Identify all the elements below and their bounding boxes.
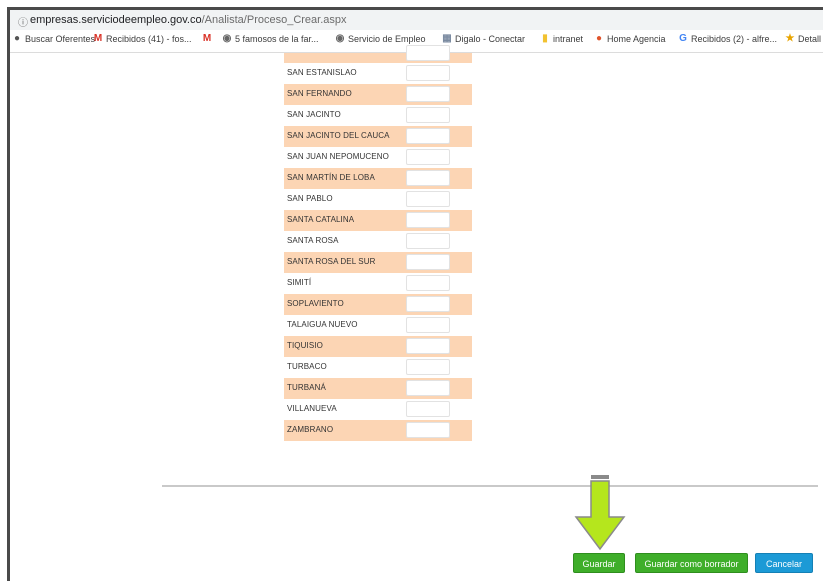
page-icon: ▮ <box>542 33 548 44</box>
value-input[interactable] <box>406 380 450 396</box>
value-input[interactable] <box>406 254 450 270</box>
gmail-icon: M <box>202 33 212 44</box>
municipality-name: TURBACO <box>287 362 327 371</box>
page-content: SAN ESTANISLAO SAN FERNANDO SAN JACINTO … <box>10 45 823 581</box>
save-button[interactable]: Guardar <box>573 553 625 573</box>
cancel-button[interactable]: Cancelar <box>755 553 813 573</box>
bookmark-label: Servicio de Empleo <box>348 34 426 44</box>
value-input[interactable] <box>406 212 450 228</box>
value-input[interactable] <box>406 65 450 81</box>
table-row: SAN JACINTO <box>284 105 472 126</box>
municipality-name: SIMITÍ <box>287 278 312 287</box>
table-row: SAN ESTANISLAO <box>284 63 472 84</box>
bookmark-gmail[interactable]: M <box>202 34 215 44</box>
table-row-partial <box>284 45 472 63</box>
municipality-name: TALAIGUA NUEVO <box>287 320 358 329</box>
table-row: TALAIGUA NUEVO <box>284 315 472 336</box>
table-row: SAN JUAN NEPOMUCENO <box>284 147 472 168</box>
bookmark-famosos[interactable]: ◉ 5 famosos de la far... <box>222 33 319 45</box>
table-row: SAN JACINTO DEL CAUCA <box>284 126 472 147</box>
table-row: SOPLAVIENTO <box>284 294 472 315</box>
municipality-name: SAN JACINTO DEL CAUCA <box>287 131 390 140</box>
globe-icon: ◉ <box>222 33 232 44</box>
table-row: TURBANÁ <box>284 378 472 399</box>
bookmark-recibidos-alfre[interactable]: G Recibidos (2) - alfre... <box>678 33 778 45</box>
bookmark-intranet[interactable]: ▮ intranet <box>540 33 584 45</box>
table-row: SANTA CATALINA <box>284 210 472 231</box>
municipality-name: TURBANÁ <box>287 383 326 392</box>
bookmark-label: Digalo - Conectar <box>455 34 526 44</box>
value-input[interactable] <box>406 296 450 312</box>
municipality-name: SAN JUAN NEPOMUCENO <box>287 152 389 161</box>
table-row: ZAMBRANO <box>284 420 472 441</box>
municipality-name: SAN ESTANISLAO <box>287 68 357 77</box>
bookmark-digalo[interactable]: ▦ Digalo - Conectar <box>442 33 526 45</box>
bookmark-label: Home Agencia <box>607 34 666 44</box>
save-draft-button[interactable]: Guardar como borrador <box>635 553 748 573</box>
bookmark-detall[interactable]: ★ Detall <box>785 33 822 45</box>
table-row: SAN PABLO <box>284 189 472 210</box>
municipality-name: SAN PABLO <box>287 194 333 203</box>
browser-window: ⓘ empresas.serviciodeempleo.gov.co/Anali… <box>7 7 823 581</box>
value-input[interactable] <box>406 128 450 144</box>
value-input[interactable] <box>406 233 450 249</box>
grid-icon: ▦ <box>442 33 452 44</box>
municipality-name: SAN FERNANDO <box>287 89 352 98</box>
flame-icon: ● <box>595 33 603 44</box>
value-input[interactable] <box>406 170 450 186</box>
bookmark-buscar-oferentes[interactable]: ● Buscar Oferentes <box>12 33 96 45</box>
municipality-name: SAN MARTÍN DE LOBA <box>287 173 375 182</box>
bookmark-label: Recibidos (41) - fos... <box>106 34 192 44</box>
value-input[interactable] <box>406 422 450 438</box>
value-input[interactable] <box>406 149 450 165</box>
value-input[interactable] <box>406 338 450 354</box>
value-input[interactable] <box>406 86 450 102</box>
municipality-table: SAN ESTANISLAO SAN FERNANDO SAN JACINTO … <box>284 45 472 441</box>
municipality-name: SANTA ROSA <box>287 236 339 245</box>
municipality-name: SOPLAVIENTO <box>287 299 344 308</box>
value-input[interactable] <box>406 401 450 417</box>
url-host: empresas.serviciodeempleo.gov.co <box>30 14 202 26</box>
municipality-name: TIQUISIO <box>287 341 323 350</box>
url-path: /Analista/Proceso_Crear.aspx <box>201 14 347 26</box>
bookmark-label: intranet <box>553 34 584 44</box>
globe-icon: ◉ <box>335 33 345 44</box>
bookmark-label: Detall <box>798 34 822 44</box>
value-input[interactable] <box>406 107 450 123</box>
table-row: SANTA ROSA DEL SUR <box>284 252 472 273</box>
value-input[interactable] <box>406 317 450 333</box>
section-divider <box>162 485 818 487</box>
municipality-name: SAN JACINTO <box>287 110 341 119</box>
bookmark-home-agencia[interactable]: ● Home Agencia <box>594 33 666 45</box>
bookmark-servicio-empleo[interactable]: ◉ Servicio de Empleo <box>335 33 426 45</box>
circle-icon: ● <box>13 33 21 44</box>
table-row: SAN FERNANDO <box>284 84 472 105</box>
table-row: TURBACO <box>284 357 472 378</box>
municipality-name: SANTA CATALINA <box>287 215 355 224</box>
value-input[interactable] <box>406 275 450 291</box>
bookmark-label: Buscar Oferentes <box>25 34 96 44</box>
table-row: SANTA ROSA <box>284 231 472 252</box>
table-row: VILLANUEVA <box>284 399 472 420</box>
value-input[interactable] <box>406 191 450 207</box>
down-arrow-icon <box>574 475 626 551</box>
star-icon: ★ <box>785 33 795 44</box>
bookmark-recibidos-fos[interactable]: M Recibidos (41) - fos... <box>93 33 192 45</box>
url-text[interactable]: empresas.serviciodeempleo.gov.co/Analist… <box>30 10 347 30</box>
address-bar[interactable]: ⓘ empresas.serviciodeempleo.gov.co/Anali… <box>10 10 823 30</box>
bookmark-label: Recibidos (2) - alfre... <box>691 34 778 44</box>
municipality-name: VILLANUEVA <box>287 404 337 413</box>
value-input[interactable] <box>406 359 450 375</box>
municipality-name: SANTA ROSA DEL SUR <box>287 257 376 266</box>
table-row: TIQUISIO <box>284 336 472 357</box>
value-input[interactable] <box>406 45 450 61</box>
table-row: SIMITÍ <box>284 273 472 294</box>
gmail-icon: M <box>93 33 103 44</box>
google-icon: G <box>679 33 687 44</box>
bookmark-label: 5 famosos de la far... <box>235 34 319 44</box>
table-row: SAN MARTÍN DE LOBA <box>284 168 472 189</box>
municipality-name: ZAMBRANO <box>287 425 334 434</box>
